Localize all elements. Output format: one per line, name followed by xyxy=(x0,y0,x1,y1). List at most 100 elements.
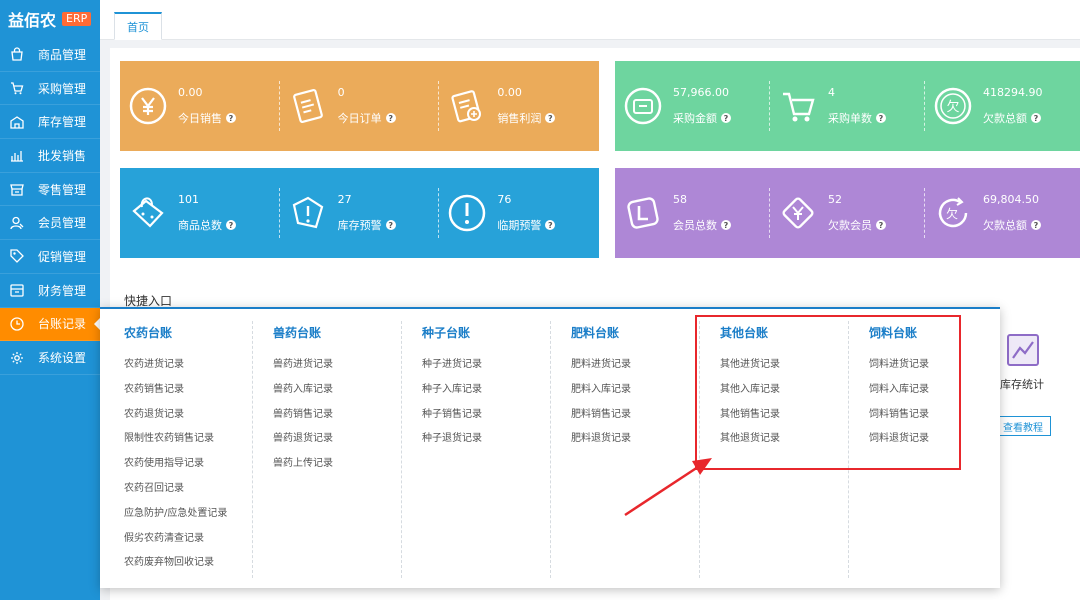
store-icon xyxy=(10,182,24,196)
help-icon[interactable]: ? xyxy=(226,220,236,230)
help-icon[interactable]: ? xyxy=(545,113,556,123)
debt-refresh-icon: 欠 xyxy=(938,197,968,228)
help-icon[interactable]: ? xyxy=(1031,220,1041,230)
stat-label: 今日销售 xyxy=(178,112,222,125)
yen-coin-icon xyxy=(129,87,167,125)
ledger-link[interactable]: 肥料进货记录 xyxy=(571,353,700,378)
ledger-column-title[interactable]: 肥料台账 xyxy=(571,324,700,341)
ledger-column-title[interactable]: 其他台账 xyxy=(720,324,849,341)
stat-today-orders[interactable]: 0 今日订单? xyxy=(280,61,440,151)
ledger-link[interactable]: 假劣农药清查记录 xyxy=(124,527,253,552)
ledger-link[interactable]: 种子入库记录 xyxy=(422,378,551,403)
sidebar-item-label: 财务管理 xyxy=(38,283,87,298)
stat-purchase-amount[interactable]: 57,966.00 采购金额? xyxy=(615,61,770,151)
stat-label: 欠款总额 xyxy=(983,219,1027,232)
ledger-link[interactable]: 农药使用指导记录 xyxy=(124,452,253,477)
stock-stats-label[interactable]: 库存统计 xyxy=(1000,376,1044,392)
ledger-link[interactable]: 种子进货记录 xyxy=(422,353,551,378)
help-icon[interactable]: ? xyxy=(721,113,731,123)
stat-stock-warning[interactable]: 27 库存预警? xyxy=(280,168,440,258)
ledger-link[interactable]: 种子退货记录 xyxy=(422,427,551,452)
stat-value: 0.00 xyxy=(497,86,522,99)
help-icon[interactable]: ? xyxy=(1031,113,1041,123)
ledger-link[interactable]: 农药废弃物回收记录 xyxy=(124,551,253,576)
sidebar-item-label: 系统设置 xyxy=(38,351,87,366)
help-icon[interactable]: ? xyxy=(385,220,396,230)
stat-label: 销售利润 xyxy=(497,112,542,125)
help-icon[interactable]: ? xyxy=(226,113,236,123)
ledger-column-title[interactable]: 饲料台账 xyxy=(869,324,998,341)
ledger-column-title[interactable]: 兽药台账 xyxy=(273,324,402,341)
ledger-link[interactable]: 农药退货记录 xyxy=(124,403,253,428)
ledger-link[interactable]: 饲料销售记录 xyxy=(869,403,998,428)
sidebar-item-label: 零售管理 xyxy=(38,182,87,197)
sidebar-item-7[interactable]: 财务管理 xyxy=(0,274,100,308)
ledger-column-3: 肥料台账肥料进货记录 肥料入库记录 肥料销售记录 肥料退货记录 xyxy=(551,309,700,588)
sidebar-item-2[interactable]: 库存管理 xyxy=(0,105,100,140)
sidebar-item-label: 商品管理 xyxy=(38,47,87,62)
sidebar-item-4[interactable]: 零售管理 xyxy=(0,173,100,207)
stat-value: 58 xyxy=(673,193,687,206)
ledger-link[interactable]: 农药销售记录 xyxy=(124,378,253,403)
ledger-link[interactable]: 种子销售记录 xyxy=(422,403,551,428)
ledger-link[interactable]: 限制性农药销售记录 xyxy=(124,427,253,452)
ledger-link[interactable]: 饲料退货记录 xyxy=(869,427,998,452)
sidebar-item-0[interactable]: 商品管理 xyxy=(0,38,100,72)
tab-home[interactable]: 首页 xyxy=(114,12,162,40)
ledger-link[interactable]: 饲料进货记录 xyxy=(869,353,998,378)
ledger-column-title[interactable]: 农药台账 xyxy=(124,324,253,341)
help-icon[interactable]: ? xyxy=(385,113,396,123)
ledger-link[interactable]: 兽药销售记录 xyxy=(273,403,402,428)
stat-expiry-warning[interactable]: 76 临期预警? xyxy=(439,168,599,258)
sidebar-item-5[interactable]: 会员管理 xyxy=(0,206,100,241)
ledger-link[interactable]: 肥料退货记录 xyxy=(571,427,700,452)
ledger-link[interactable]: 应急防护/应急处置记录 xyxy=(124,502,253,527)
debt-icon: 欠 xyxy=(934,87,972,125)
sidebar-item-6[interactable]: 促销管理 xyxy=(0,240,100,274)
stat-member-total[interactable]: 58 会员总数? xyxy=(615,168,770,258)
ledger-link[interactable]: 其他进货记录 xyxy=(720,353,849,378)
member-card: 58 会员总数? 52 欠款会员? 欠 69,804.50 欠款总额? xyxy=(615,168,1080,258)
ledger-link[interactable]: 农药召回记录 xyxy=(124,477,253,502)
help-icon[interactable]: ? xyxy=(876,220,886,230)
sidebar-item-8[interactable]: 台账记录 xyxy=(0,307,100,342)
stat-product-total[interactable]: 101 商品总数? xyxy=(120,168,280,258)
view-tutorial-button[interactable]: 查看教程 xyxy=(995,416,1051,436)
sidebar-item-label: 采购管理 xyxy=(38,81,87,96)
stock-stats-icon[interactable] xyxy=(1003,330,1043,370)
ledger-link[interactable]: 兽药上传记录 xyxy=(273,452,402,477)
stat-today-sales[interactable]: 0.00 今日销售? xyxy=(120,61,280,151)
ledger-link[interactable]: 其他入库记录 xyxy=(720,378,849,403)
stat-label: 采购金额 xyxy=(673,112,717,125)
stat-value: 76 xyxy=(497,193,512,206)
stat-debt-members[interactable]: 52 欠款会员? xyxy=(770,168,925,258)
help-icon[interactable]: ? xyxy=(545,220,556,230)
purchase-money-icon xyxy=(624,87,662,125)
stat-sales-profit[interactable]: 0.00 销售利润? xyxy=(439,61,599,151)
ledger-link[interactable]: 其他销售记录 xyxy=(720,403,849,428)
sidebar-item-9[interactable]: 系统设置 xyxy=(0,341,100,375)
stat-label: 今日订单 xyxy=(337,112,382,125)
ledger-link[interactable]: 其他退货记录 xyxy=(720,427,849,452)
sidebar-item-label: 会员管理 xyxy=(38,216,87,231)
shopping-cart-icon xyxy=(783,92,815,122)
ledger-link[interactable]: 兽药入库记录 xyxy=(273,378,402,403)
stat-purchase-count[interactable]: 4 采购单数? xyxy=(770,61,925,151)
stat-debt-total-member[interactable]: 欠 69,804.50 欠款总额? xyxy=(925,168,1080,258)
help-icon[interactable]: ? xyxy=(876,113,886,123)
ledger-column-title[interactable]: 种子台账 xyxy=(422,324,551,341)
sidebar-item-1[interactable]: 采购管理 xyxy=(0,72,100,106)
ledger-link[interactable]: 兽药退货记录 xyxy=(273,427,402,452)
help-icon[interactable]: ? xyxy=(721,220,731,230)
ledger-link[interactable]: 农药进货记录 xyxy=(124,353,253,378)
stat-value: 27 xyxy=(337,193,352,206)
app-logo[interactable]: 益佰农 ERP xyxy=(0,0,100,38)
ledger-link[interactable]: 肥料销售记录 xyxy=(571,403,700,428)
sidebar-item-3[interactable]: 批发销售 xyxy=(0,139,100,173)
stat-debt-total-supplier[interactable]: 欠 418294.90 欠款总额? xyxy=(925,61,1080,151)
ledger-dropdown-panel: 农药台账农药进货记录 农药销售记录 农药退货记录 限制性农药销售记录 农药使用指导记录农… xyxy=(100,307,1000,588)
ledger-link[interactable]: 饲料入库记录 xyxy=(869,378,998,403)
ledger-link[interactable]: 兽药进货记录 xyxy=(273,353,402,378)
sidebar: 益佰农 ERP 商品管理采购管理库存管理 批发销售零售管理会员管理促销管理财务管理… xyxy=(0,0,100,600)
ledger-link[interactable]: 肥料入库记录 xyxy=(571,378,700,403)
